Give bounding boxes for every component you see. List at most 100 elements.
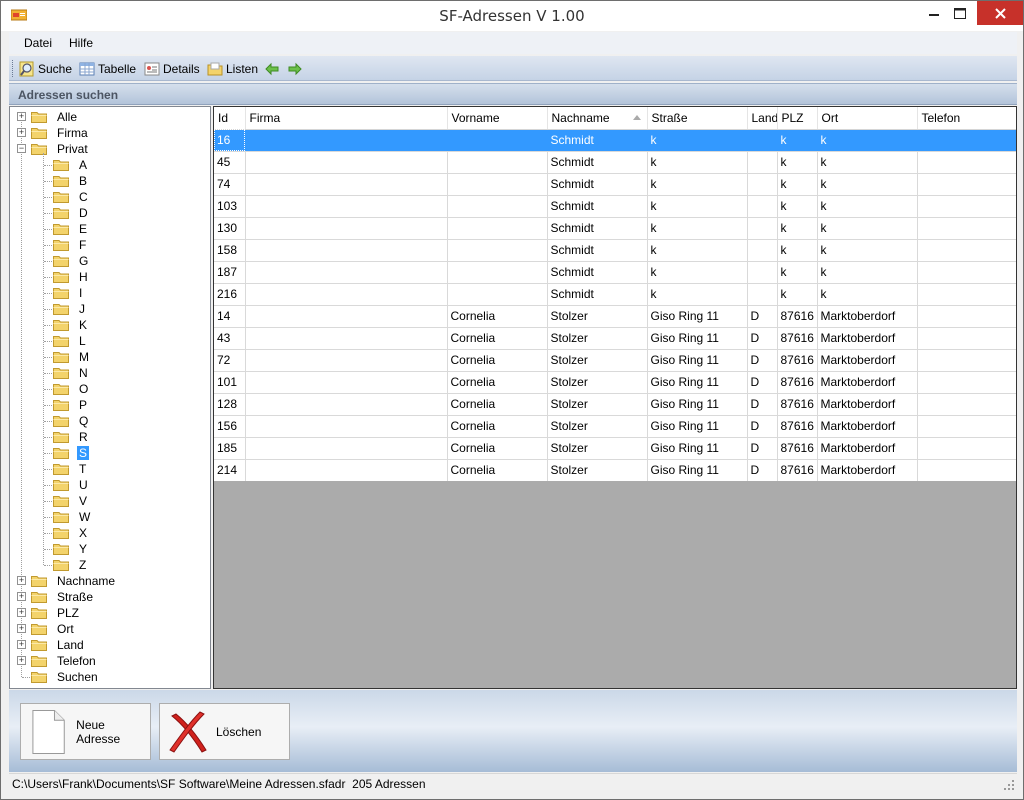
table-cell[interactable]: 216 (214, 283, 246, 306)
tree-node-letter-v[interactable]: V (10, 493, 210, 509)
column-header-ort[interactable]: Ort (817, 107, 918, 130)
table-cell[interactable]: Cornelia (447, 459, 548, 482)
table-cell[interactable] (447, 151, 548, 174)
table-cell[interactable]: Stolzer (547, 371, 648, 394)
table-cell[interactable] (917, 327, 1016, 350)
table-cell[interactable]: k (777, 217, 818, 240)
tree-node-letter-l[interactable]: L (10, 333, 210, 349)
table-row[interactable]: 16 Schmidt k k k (214, 129, 1016, 152)
expand-icon[interactable]: + (17, 592, 26, 601)
tree-node-letter-w[interactable]: W (10, 509, 210, 525)
collapse-icon[interactable]: − (17, 144, 26, 153)
table-cell[interactable]: Marktoberdorf (817, 327, 918, 350)
table-cell[interactable] (747, 239, 778, 262)
table-cell[interactable]: Stolzer (547, 437, 648, 460)
table-cell[interactable]: Giso Ring 11 (647, 349, 748, 372)
tree-node-alle[interactable]: + Alle (10, 109, 210, 125)
table-cell[interactable]: D (747, 459, 778, 482)
table-cell[interactable]: D (747, 349, 778, 372)
table-row[interactable]: 14 Cornelia Stolzer Giso Ring 11 D 87616 Markt… (214, 305, 1016, 328)
table-cell[interactable]: Schmidt (547, 217, 648, 240)
table-cell[interactable]: k (647, 261, 748, 284)
table-cell[interactable]: Stolzer (547, 349, 648, 372)
table-cell[interactable]: Giso Ring 11 (647, 371, 748, 394)
tree-node-letter-i[interactable]: I (10, 285, 210, 301)
table-row[interactable]: 43 Cornelia Stolzer Giso Ring 11 D 87616 Markt… (214, 327, 1016, 350)
table-cell[interactable] (245, 283, 448, 306)
table-cell[interactable] (245, 327, 448, 350)
table-cell[interactable]: k (647, 151, 748, 174)
table-row[interactable]: 101 Cornelia Stolzer Giso Ring 11 D 87616 Mark… (214, 371, 1016, 394)
tree-node-letter-b[interactable]: B (10, 173, 210, 189)
tree-node-ort[interactable]: + Ort (10, 621, 210, 637)
tree-node-letter-d[interactable]: D (10, 205, 210, 221)
table-cell[interactable]: Cornelia (447, 393, 548, 416)
table-cell[interactable] (747, 261, 778, 284)
table-cell[interactable] (447, 129, 548, 152)
table-cell[interactable]: Giso Ring 11 (647, 415, 748, 438)
tree-node-letter-g[interactable]: G (10, 253, 210, 269)
table-cell[interactable]: Marktoberdorf (817, 459, 918, 482)
table-cell[interactable]: Stolzer (547, 305, 648, 328)
table-cell[interactable] (747, 151, 778, 174)
table-cell[interactable] (447, 195, 548, 218)
table-cell[interactable]: 45 (214, 151, 246, 174)
table-cell[interactable]: Marktoberdorf (817, 349, 918, 372)
menu-datei[interactable]: Datei (24, 36, 52, 50)
table-cell[interactable] (245, 173, 448, 196)
new-address-button[interactable]: Neue Adresse (20, 703, 151, 760)
table-cell[interactable] (917, 437, 1016, 460)
table-cell[interactable] (245, 437, 448, 460)
table-cell[interactable]: 16 (214, 129, 246, 152)
table-cell[interactable]: Marktoberdorf (817, 371, 918, 394)
table-cell[interactable]: 158 (214, 239, 246, 262)
table-cell[interactable]: 128 (214, 393, 246, 416)
tree-node-letter-h[interactable]: H (10, 269, 210, 285)
table-cell[interactable]: k (817, 283, 918, 306)
table-cell[interactable]: D (747, 305, 778, 328)
expand-icon[interactable]: + (17, 608, 26, 617)
table-cell[interactable] (447, 173, 548, 196)
tree-node-letter-n[interactable]: N (10, 365, 210, 381)
table-cell[interactable]: Cornelia (447, 437, 548, 460)
table-cell[interactable]: 87616 (777, 371, 818, 394)
table-cell[interactable] (245, 393, 448, 416)
table-cell[interactable]: k (647, 195, 748, 218)
table-cell[interactable]: k (817, 151, 918, 174)
table-cell[interactable]: Cornelia (447, 327, 548, 350)
tree-node-letter-u[interactable]: U (10, 477, 210, 493)
tree-node-letter-z[interactable]: Z (10, 557, 210, 573)
column-header-telefon[interactable]: Telefon (917, 107, 1016, 130)
tree-node-firma[interactable]: + Firma (10, 125, 210, 141)
table-cell[interactable] (245, 151, 448, 174)
table-cell[interactable]: Cornelia (447, 305, 548, 328)
tree-node-letter-c[interactable]: C (10, 189, 210, 205)
table-cell[interactable] (917, 393, 1016, 416)
expand-icon[interactable]: + (17, 576, 26, 585)
table-cell[interactable]: 87616 (777, 349, 818, 372)
tree-node-letter-x[interactable]: X (10, 525, 210, 541)
table-button[interactable]: Tabelle (79, 59, 136, 78)
lists-button[interactable]: Listen (207, 59, 258, 78)
table-cell[interactable] (917, 173, 1016, 196)
forward-button[interactable] (287, 59, 303, 78)
tree-node-privat[interactable]: − Privat (10, 141, 210, 157)
table-cell[interactable] (447, 239, 548, 262)
table-cell[interactable]: 87616 (777, 305, 818, 328)
expand-icon[interactable]: + (17, 128, 26, 137)
table-cell[interactable] (245, 129, 448, 152)
table-cell[interactable] (447, 261, 548, 284)
table-cell[interactable] (747, 173, 778, 196)
table-cell[interactable]: 130 (214, 217, 246, 240)
tree-node-letter-k[interactable]: K (10, 317, 210, 333)
table-cell[interactable]: 74 (214, 173, 246, 196)
table-row[interactable]: 156 Cornelia Stolzer Giso Ring 11 D 87616 Mark… (214, 415, 1016, 438)
tree-node-letter-a[interactable]: A (10, 157, 210, 173)
back-button[interactable] (264, 59, 280, 78)
tree-node-letter-t[interactable]: T (10, 461, 210, 477)
table-cell[interactable]: k (777, 173, 818, 196)
expand-icon[interactable]: + (17, 112, 26, 121)
tree-node-letter-j[interactable]: J (10, 301, 210, 317)
table-cell[interactable] (917, 129, 1016, 152)
column-header-nachname[interactable]: Nachname (547, 107, 648, 130)
